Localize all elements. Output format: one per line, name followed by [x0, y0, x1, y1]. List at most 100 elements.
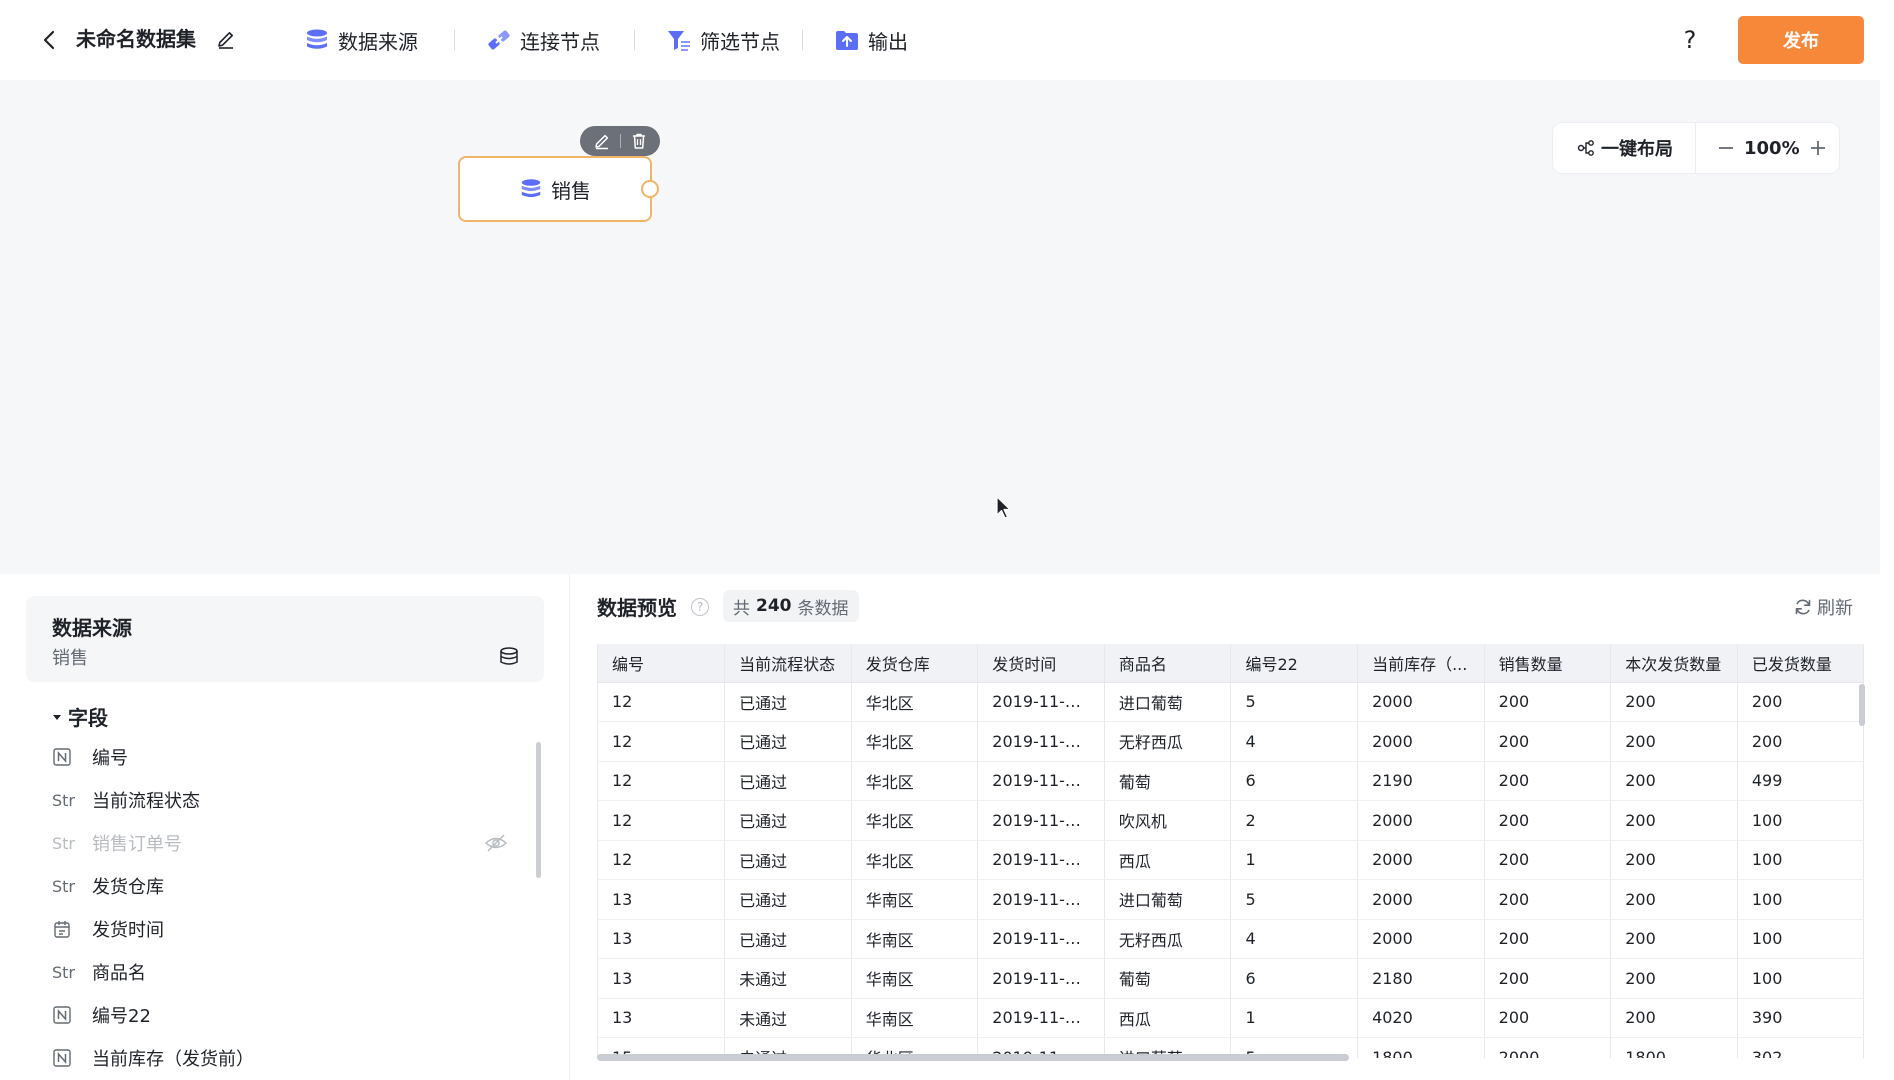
row-count-badge: 共 240 条数据	[723, 590, 859, 622]
column-header[interactable]: 编号22	[1230, 644, 1359, 683]
table-row: 12 已通过 华北区 2019-11-1... 吹风机 2 2000 200 200 100	[598, 800, 1865, 841]
field-item[interactable]: Str 商品名	[52, 957, 512, 987]
tool-label: 连接节点	[520, 29, 600, 54]
edit-title-icon[interactable]	[214, 27, 238, 51]
column-header[interactable]: 发货仓库	[851, 644, 979, 683]
table-cell: 已通过	[724, 761, 852, 801]
field-name: 发货仓库	[92, 877, 164, 898]
column-header[interactable]: 本次发货数量	[1610, 644, 1738, 683]
help-button[interactable]: ?	[1676, 22, 1704, 58]
source-card[interactable]: 数据来源 销售	[26, 596, 544, 682]
table-cell: 200	[1610, 879, 1738, 920]
flow-canvas[interactable]: 销售 一键布局 100%	[0, 80, 1880, 574]
table-cell: 4	[1230, 721, 1359, 762]
field-item[interactable]: Str 发货仓库	[52, 871, 512, 901]
zoom-in-icon[interactable]	[1806, 136, 1830, 160]
column-header[interactable]: 当前库存（...	[1357, 644, 1485, 683]
table-cell: 200	[1610, 761, 1738, 801]
link-icon	[488, 30, 510, 50]
refresh-button[interactable]: 刷新	[1793, 594, 1853, 620]
field-item-hidden[interactable]: Str 销售订单号	[52, 828, 512, 858]
back-arrow-icon[interactable]	[38, 26, 62, 54]
column-header[interactable]: 发货时间	[977, 644, 1105, 683]
edit-node-icon[interactable]	[592, 131, 612, 151]
table-cell: 2000	[1357, 800, 1485, 841]
table-cell: 已通过	[724, 800, 852, 841]
tool-label: 数据来源	[338, 29, 418, 54]
node-output-port[interactable]	[641, 180, 659, 198]
table-cell: 200	[1610, 721, 1738, 762]
tool-join-node[interactable]: 连接节点	[486, 22, 600, 58]
preview-help-icon[interactable]: ?	[691, 598, 709, 616]
table-cell: 200	[1484, 761, 1612, 801]
table-row: 13 已通过 华南区 2019-11-2... 进口葡萄 5 2000 200 200 100	[598, 879, 1865, 920]
tool-data-source[interactable]: 数据来源	[304, 22, 418, 58]
tool-filter-node[interactable]: 筛选节点	[666, 22, 780, 58]
table-cell: 华北区	[851, 761, 979, 801]
zoom-out-icon[interactable]	[1714, 136, 1738, 160]
data-node-sales[interactable]: 销售	[458, 156, 652, 222]
fields-scrollbar[interactable]	[536, 742, 541, 878]
tool-output[interactable]: 输出	[834, 22, 908, 58]
delete-node-icon[interactable]	[629, 131, 649, 151]
table-cell: 已通过	[724, 682, 852, 722]
table-cell: 1800	[1357, 1037, 1485, 1058]
table-row: 12 已通过 华北区 2019-11-1... 葡萄 6 2190 200 200 499	[598, 761, 1865, 801]
table-cell: 4	[1230, 919, 1359, 959]
auto-layout-button[interactable]: 一键布局	[1553, 123, 1696, 173]
field-item[interactable]: 编号	[52, 742, 512, 772]
node-toolbar	[580, 126, 660, 156]
table-cell: 200	[1484, 840, 1612, 880]
field-item[interactable]: Str 当前流程状态	[52, 785, 512, 815]
table-row: 12 已通过 华北区 2019-11-1... 西瓜 1 2000 200 200 100	[598, 840, 1865, 880]
column-header[interactable]: 已发货数量	[1737, 644, 1865, 683]
tool-divider	[634, 30, 635, 50]
tool-label: 筛选节点	[700, 29, 780, 54]
table-cell: 2019-11-1...	[977, 840, 1105, 880]
table-row: 13 已通过 华南区 2019-11-2... 无籽西瓜 4 2000 200 200 100	[598, 919, 1865, 959]
source-panel: 数据来源 销售 字段 编号 Str 当前流程状态 Str 销售订单号 Str 发…	[0, 574, 570, 1080]
field-name: 编号22	[92, 1006, 151, 1027]
zoom-level: 100%	[1744, 137, 1800, 159]
field-item[interactable]: 发货时间	[52, 914, 512, 944]
column-header[interactable]: 销售数量	[1484, 644, 1612, 683]
table-cell: 200	[1484, 998, 1612, 1038]
fields-section-toggle[interactable]: 字段	[52, 702, 108, 731]
column-header[interactable]: 编号	[598, 644, 726, 683]
table-cell: 未通过	[724, 958, 852, 999]
table-horizontal-scrollbar[interactable]	[597, 1054, 1349, 1061]
field-item[interactable]: 当前库存（发货前）	[52, 1043, 512, 1073]
table-cell: 2019-11-2...	[977, 919, 1105, 959]
table-cell: 2180	[1357, 958, 1485, 999]
table-cell: 12	[598, 800, 726, 841]
table-cell: 已通过	[724, 840, 852, 880]
table-cell: 2000	[1357, 721, 1485, 762]
table-cell: 未通过	[724, 998, 852, 1038]
table-cell: 2000	[1357, 682, 1485, 722]
table-cell: 1800	[1610, 1037, 1738, 1058]
table-cell: 2000	[1484, 1037, 1612, 1058]
table-cell: 进口葡萄	[1104, 879, 1232, 920]
table-cell: 2019-11-2...	[977, 998, 1105, 1038]
field-item[interactable]: 编号22	[52, 1000, 512, 1030]
publish-button[interactable]: 发布	[1738, 16, 1864, 64]
eye-hidden-icon[interactable]	[484, 832, 508, 854]
fields-section-title: 字段	[68, 706, 108, 730]
table-cell: 12	[598, 721, 726, 762]
field-name: 当前库存（发货前）	[92, 1049, 254, 1070]
table-row: 12 已通过 华北区 2019-11-1... 无籽西瓜 4 2000 200 200 200	[598, 721, 1865, 762]
table-cell: 200	[1737, 721, 1865, 762]
table-vertical-scrollbar[interactable]	[1859, 684, 1865, 726]
preview-table[interactable]: 编号 当前流程状态 发货仓库 发货时间 商品名 编号22 当前库存（... 销售…	[597, 644, 1867, 1058]
table-cell: 13	[598, 919, 726, 959]
dataset-title[interactable]: 未命名数据集	[76, 24, 196, 54]
preview-title: 数据预览	[597, 596, 677, 620]
table-cell: 2019-11-1...	[977, 800, 1105, 841]
column-header[interactable]: 当前流程状态	[724, 644, 852, 683]
column-header[interactable]: 商品名	[1104, 644, 1232, 683]
table-header-row: 编号 当前流程状态 发货仓库 发货时间 商品名 编号22 当前库存（... 销售…	[598, 644, 1865, 683]
table-cell: 已通过	[724, 879, 852, 920]
table-cell: 华南区	[851, 958, 979, 999]
switch-source-icon[interactable]	[498, 646, 522, 668]
date-type-icon	[52, 919, 92, 939]
